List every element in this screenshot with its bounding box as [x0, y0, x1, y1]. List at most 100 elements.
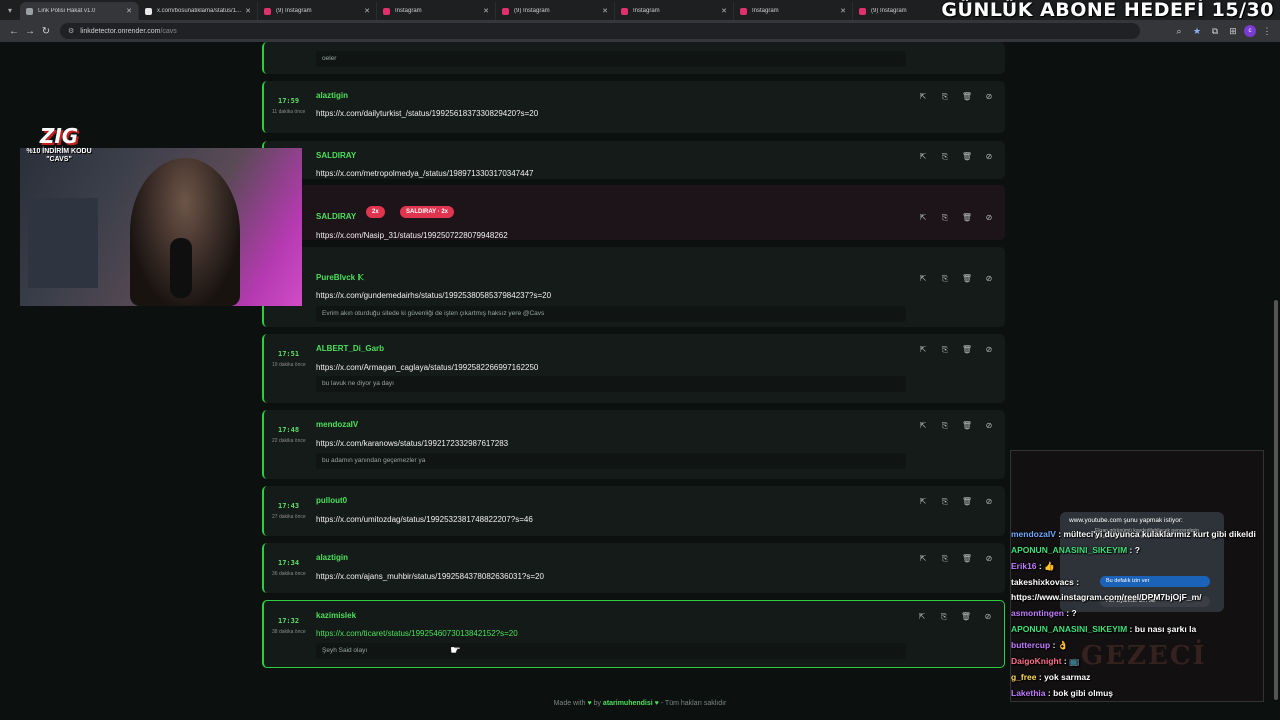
- forward-icon[interactable]: →: [22, 23, 38, 39]
- entry-time: 17:48: [278, 426, 300, 434]
- open-link-icon[interactable]: ⇱: [917, 91, 929, 103]
- open-link-icon[interactable]: ⇱: [917, 553, 929, 565]
- chat-username[interactable]: asmontingen: [1011, 608, 1064, 618]
- zoom-icon[interactable]: ⌕: [1172, 26, 1186, 37]
- tab-title: Instagram: [395, 8, 422, 14]
- tab-close-icon[interactable]: ✕: [483, 7, 489, 15]
- entry-link[interactable]: https://x.com/ticaret/status/19925460730…: [316, 629, 518, 638]
- block-icon[interactable]: ⊘: [983, 212, 995, 224]
- delete-icon[interactable]: 🗑: [961, 273, 973, 285]
- browser-tab-1[interactable]: Link Polisi Hakat v1.0 ✕: [20, 2, 139, 20]
- block-icon[interactable]: ⊘: [983, 420, 995, 432]
- entry-username[interactable]: alaztigin: [316, 91, 348, 100]
- chat-username[interactable]: buttercup: [1011, 640, 1050, 650]
- entry-link[interactable]: https://x.com/karanows/status/1992172332…: [316, 439, 508, 448]
- entry-username[interactable]: SALDIRAY: [316, 151, 356, 160]
- block-icon[interactable]: ⊘: [983, 91, 995, 103]
- footer-author-link[interactable]: atarimuhendisi: [603, 700, 653, 707]
- copy-icon[interactable]: ⎘: [938, 611, 950, 623]
- delete-icon[interactable]: 🗑: [961, 212, 973, 224]
- copy-icon[interactable]: ⎘: [939, 151, 951, 163]
- chat-username[interactable]: mendozaIV: [1011, 529, 1056, 539]
- entry-username[interactable]: pullout0: [316, 496, 347, 505]
- browser-tab-3[interactable]: (9) Instagram ✕: [258, 2, 377, 20]
- block-icon[interactable]: ⊘: [983, 273, 995, 285]
- copy-icon[interactable]: ⎘: [939, 553, 951, 565]
- tab-close-icon[interactable]: ✕: [364, 7, 370, 15]
- delete-icon[interactable]: 🗑: [961, 91, 973, 103]
- reload-icon[interactable]: ↻: [38, 23, 54, 39]
- chat-username[interactable]: Erik16: [1011, 561, 1037, 571]
- entry-username[interactable]: PureBlvck 𝕂: [316, 273, 363, 282]
- entry-link[interactable]: https://x.com/gundemedairhs/status/19925…: [316, 291, 551, 300]
- chat-separator: :: [1036, 672, 1045, 682]
- block-icon[interactable]: ⊘: [982, 611, 994, 623]
- block-icon[interactable]: ⊘: [983, 553, 995, 565]
- copy-icon[interactable]: ⎘: [939, 212, 951, 224]
- chat-username[interactable]: Lakethia: [1011, 688, 1046, 698]
- delete-icon[interactable]: 🗑: [961, 553, 973, 565]
- open-link-icon[interactable]: ⇱: [917, 496, 929, 508]
- copy-icon[interactable]: ⎘: [939, 420, 951, 432]
- open-link-icon[interactable]: ⇱: [917, 212, 929, 224]
- delete-icon[interactable]: 🗑: [960, 611, 972, 623]
- copy-icon[interactable]: ⎘: [939, 344, 951, 356]
- entry-username[interactable]: ALBERT_Di_Garb: [316, 344, 384, 353]
- menu-icon[interactable]: ⋮: [1260, 26, 1274, 37]
- delete-icon[interactable]: 🗑: [961, 344, 973, 356]
- open-link-icon[interactable]: ⇱: [917, 420, 929, 432]
- entry-actions: ⇱ ⎘ 🗑 ⊘: [917, 344, 995, 356]
- entry-link[interactable]: https://x.com/Armagan_caglaya/status/199…: [316, 363, 538, 372]
- tab-close-icon[interactable]: ✕: [840, 7, 846, 15]
- entry-username[interactable]: SALDIRAY: [316, 212, 356, 221]
- copy-icon[interactable]: ⎘: [939, 496, 951, 508]
- open-link-icon[interactable]: ⇱: [916, 611, 928, 623]
- link-entry: 17:34 36 dakika önce alaztigin https://x.co…: [262, 543, 1005, 593]
- bookmark-star-icon[interactable]: ★: [1190, 26, 1204, 37]
- tab-close-icon[interactable]: ✕: [602, 7, 608, 15]
- block-icon[interactable]: ⊘: [983, 344, 995, 356]
- browser-tab-5[interactable]: (9) Instagram ✕: [496, 2, 615, 20]
- open-link-icon[interactable]: ⇱: [917, 273, 929, 285]
- entry-link[interactable]: https://x.com/metropolmedya_/status/1989…: [316, 169, 533, 178]
- chat-username[interactable]: APONUN_ANASINI_SIKEYIM: [1011, 624, 1127, 634]
- tab-close-icon[interactable]: ✕: [245, 7, 251, 15]
- entry-username[interactable]: mendozaIV: [316, 420, 358, 429]
- chat-username[interactable]: takeshixkovacs: [1011, 577, 1074, 587]
- page-scrollbar[interactable]: [1274, 300, 1278, 700]
- chat-username[interactable]: DaigoKnight: [1011, 656, 1062, 666]
- profile-avatar[interactable]: c: [1244, 25, 1256, 37]
- block-icon[interactable]: ⊘: [983, 496, 995, 508]
- entry-link[interactable]: https://x.com/ajans_muhbir/status/199258…: [316, 572, 544, 581]
- tab-favicon-icon: [621, 7, 628, 15]
- cast-icon[interactable]: ⊞: [1226, 26, 1240, 37]
- copy-icon[interactable]: ⎘: [939, 91, 951, 103]
- entry-username[interactable]: kazimislek: [316, 611, 356, 620]
- entry-link[interactable]: https://x.com/dailyturkist_/status/19925…: [316, 109, 538, 118]
- open-link-icon[interactable]: ⇱: [917, 344, 929, 356]
- delete-icon[interactable]: 🗑: [961, 496, 973, 508]
- entry-link[interactable]: https://x.com/Nasip_31/status/1992507228…: [316, 231, 508, 240]
- back-icon[interactable]: ←: [6, 23, 22, 39]
- entry-link[interactable]: https://x.com/umitozdag/status/199253238…: [316, 515, 533, 524]
- delete-icon[interactable]: 🗑: [961, 151, 973, 163]
- extensions-icon[interactable]: ⧉: [1208, 26, 1222, 37]
- browser-tab-7[interactable]: Instagram ✕: [734, 2, 853, 20]
- tab-search-icon[interactable]: ▾: [0, 0, 20, 20]
- browser-tab-6[interactable]: Instagram ✕: [615, 2, 734, 20]
- chat-username[interactable]: g_free: [1011, 672, 1037, 682]
- entry-username[interactable]: alaztigin: [316, 553, 348, 562]
- open-link-icon[interactable]: ⇱: [917, 151, 929, 163]
- browser-tab-4[interactable]: Instagram ✕: [377, 2, 496, 20]
- site-info-icon[interactable]: ⚙: [68, 27, 74, 35]
- tab-favicon-icon: [383, 7, 390, 15]
- address-bar[interactable]: ⚙ linkdetector.onrender.com/cavs: [60, 23, 1140, 39]
- delete-icon[interactable]: 🗑: [961, 420, 973, 432]
- block-icon[interactable]: ⊘: [983, 151, 995, 163]
- browser-tab-2[interactable]: x.com/bosunatiklama/status/1... ✕: [139, 2, 258, 20]
- copy-icon[interactable]: ⎘: [939, 273, 951, 285]
- tab-close-icon[interactable]: ✕: [126, 7, 132, 15]
- popup-allow-once-button[interactable]: Bu defalık izin ver: [1100, 576, 1210, 587]
- chat-username[interactable]: APONUN_ANASINI_SIKEYIM: [1011, 545, 1127, 555]
- tab-close-icon[interactable]: ✕: [721, 7, 727, 15]
